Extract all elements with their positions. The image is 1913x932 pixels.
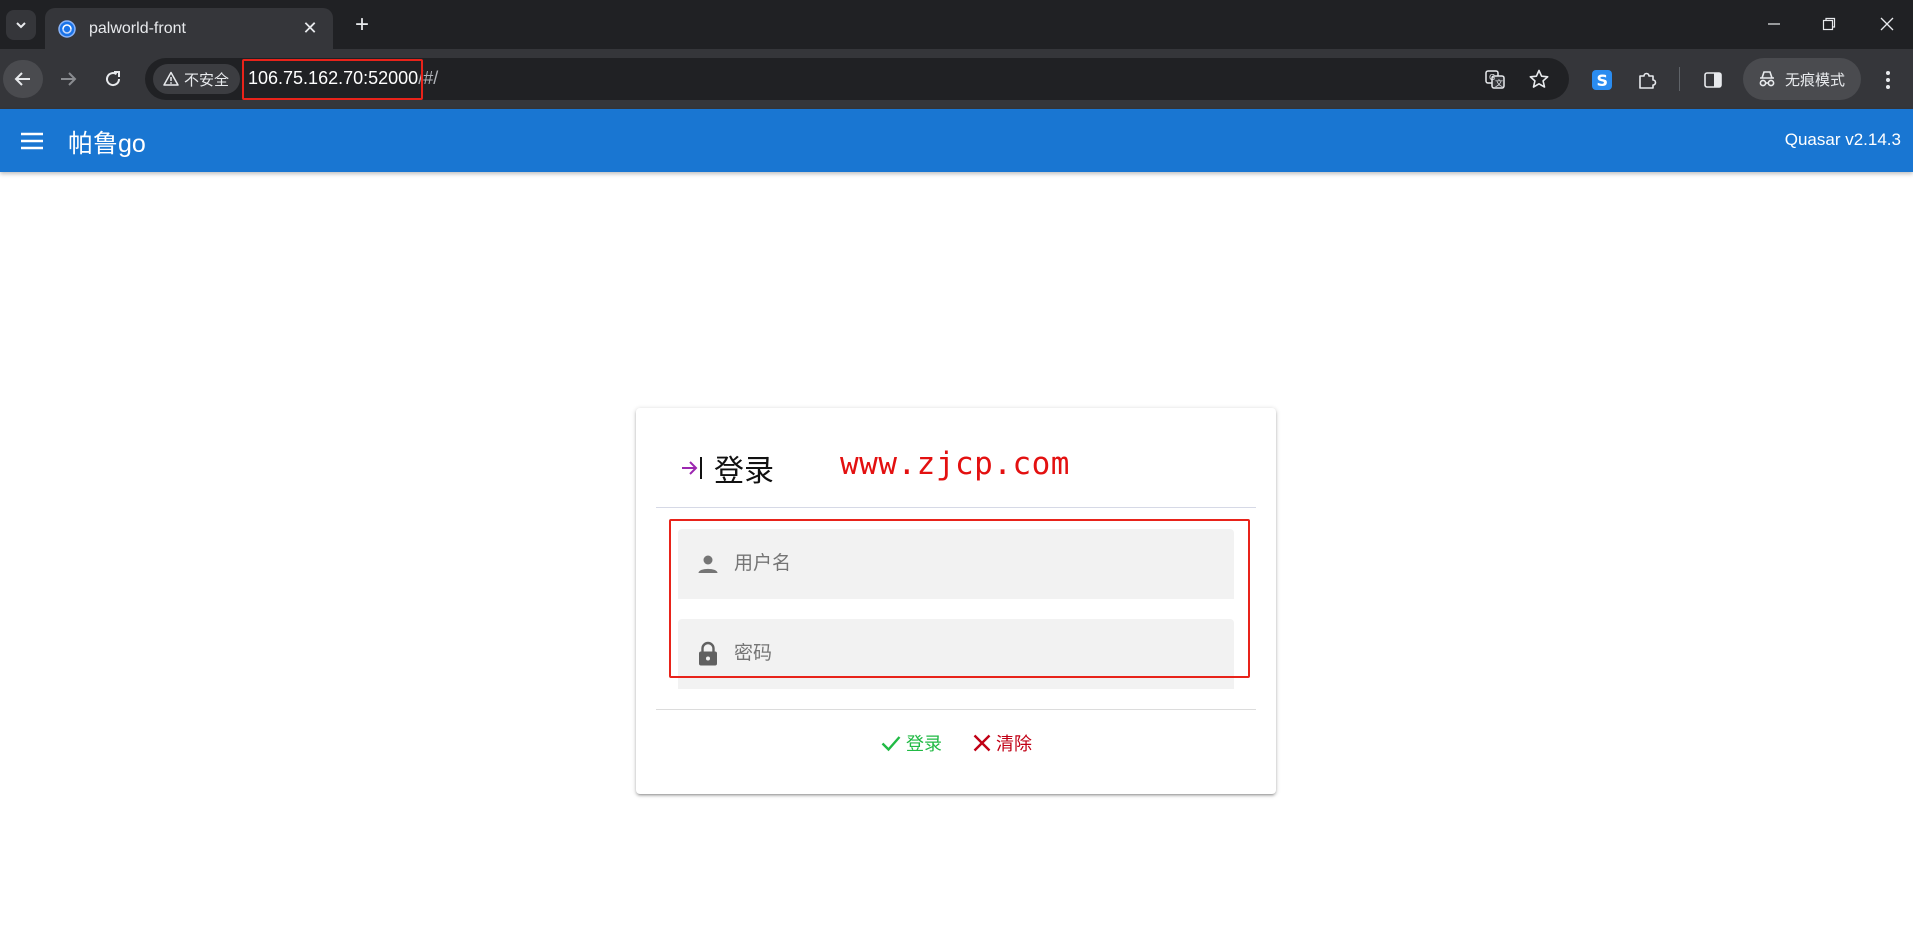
url-annotation-box	[242, 59, 423, 100]
tab-search-button[interactable]	[6, 10, 36, 40]
reload-button[interactable]	[93, 60, 133, 98]
hamburger-menu-icon	[21, 132, 43, 150]
login-title: 登录	[714, 455, 774, 488]
s-extension-icon[interactable]: S	[1588, 66, 1616, 94]
side-panel-icon[interactable]	[1699, 66, 1727, 94]
toolbar-divider	[1679, 67, 1680, 91]
close-icon	[973, 734, 991, 752]
browser-tabbar: palworld-front ✕ +	[0, 0, 1913, 49]
security-indicator[interactable]: 不安全	[153, 64, 240, 94]
svg-text:S: S	[1597, 71, 1609, 90]
minimize-icon	[1768, 23, 1780, 25]
restore-button[interactable]	[1809, 8, 1849, 40]
card-divider-top	[656, 507, 1256, 508]
login-card-header: 登录	[678, 446, 774, 490]
app-title: 帕鲁go	[68, 130, 146, 158]
app-header: 帕鲁go Quasar v2.14.3	[0, 109, 1913, 172]
reload-icon	[106, 71, 121, 87]
watermark-text: www.zjcp.com	[840, 446, 1070, 482]
browser-tab-active[interactable]: palworld-front ✕	[45, 8, 333, 49]
tab-close-icon[interactable]: ✕	[299, 18, 321, 40]
card-actions: 登录 清除	[636, 730, 1276, 756]
close-window-button[interactable]	[1867, 8, 1907, 40]
tab-title: palworld-front	[89, 19, 186, 37]
palworld-favicon-icon	[57, 19, 77, 39]
login-card: 登录 www.zjcp.com 登录 清除	[636, 408, 1276, 794]
check-icon	[881, 736, 901, 752]
clear-button[interactable]: 清除	[972, 730, 1032, 756]
warning-icon	[163, 71, 179, 86]
new-tab-button[interactable]: +	[349, 11, 375, 38]
translate-icon[interactable]: G文	[1482, 67, 1508, 91]
restore-icon	[1822, 17, 1836, 31]
arrow-right-icon	[61, 72, 77, 86]
incognito-label: 无痕模式	[1785, 71, 1846, 89]
app-version: Quasar v2.14.3	[1784, 130, 1901, 149]
login-button[interactable]: 登录	[880, 730, 942, 756]
card-divider-bottom	[656, 709, 1256, 710]
svg-text:文: 文	[1495, 78, 1503, 88]
more-menu-icon[interactable]	[1874, 66, 1902, 94]
minimize-button[interactable]	[1754, 8, 1794, 40]
arrow-left-icon	[14, 72, 30, 86]
fields-annotation-box	[669, 519, 1250, 678]
close-icon	[1880, 17, 1894, 31]
forward-button[interactable]	[48, 60, 88, 98]
login-button-label: 登录	[906, 734, 942, 754]
incognito-indicator[interactable]: 无痕模式	[1743, 58, 1861, 100]
bookmark-star-icon[interactable]	[1526, 67, 1552, 91]
extensions-puzzle-icon[interactable]	[1633, 66, 1661, 94]
chevron-down-icon	[16, 22, 26, 29]
login-icon	[678, 453, 708, 483]
incognito-icon	[1759, 71, 1775, 87]
clear-button-label: 清除	[996, 734, 1032, 754]
security-label: 不安全	[184, 71, 230, 89]
menu-button[interactable]	[12, 123, 52, 159]
back-button[interactable]	[3, 60, 43, 98]
